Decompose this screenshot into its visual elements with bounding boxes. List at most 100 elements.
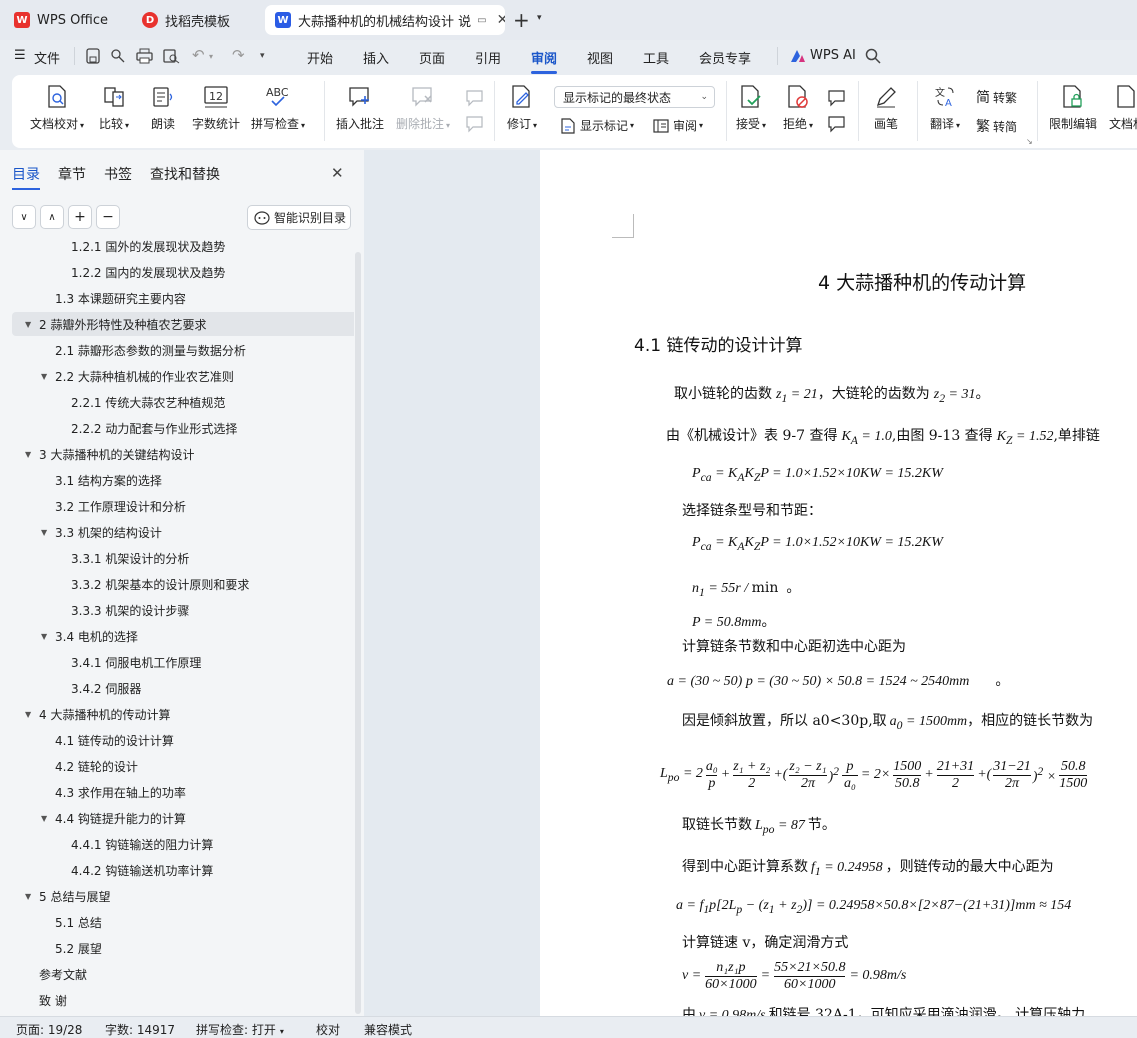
- toc-item[interactable]: 1.2.2 国内的发展现状及趋势: [0, 260, 354, 284]
- chevron-down-icon[interactable]: ▾: [537, 13, 542, 23]
- expand-all-button[interactable]: ∨: [12, 205, 36, 229]
- collapse-arrow-icon[interactable]: ▼: [41, 814, 47, 823]
- remove-heading-button[interactable]: −: [96, 205, 120, 229]
- smart-toc-button[interactable]: 智能识别目录: [247, 205, 351, 230]
- menu-member[interactable]: 会员专享: [699, 48, 751, 67]
- close-pane-icon[interactable]: ✕: [331, 164, 344, 182]
- toc-item[interactable]: 4.4.1 钩链输送的阻力计算: [0, 832, 354, 856]
- print-icon[interactable]: [136, 48, 153, 64]
- collapse-arrow-icon[interactable]: ▼: [41, 632, 47, 641]
- print-preview-icon[interactable]: [163, 48, 180, 64]
- nav-tab-find-replace[interactable]: 查找和替换: [150, 164, 220, 184]
- toc-item[interactable]: 3.3.2 机架基本的设计原则和要求: [0, 572, 354, 596]
- menu-insert[interactable]: 插入: [363, 48, 389, 67]
- review-pane-button[interactable]: 审阅 ▾: [653, 117, 703, 134]
- menu-wps-ai[interactable]: WPS AI: [810, 48, 856, 63]
- toc-item[interactable]: 3.1 结构方案的选择: [0, 468, 354, 492]
- menu-review[interactable]: 审阅: [531, 48, 558, 74]
- toc-item[interactable]: 1.3 本课题研究主要内容: [0, 286, 354, 310]
- accept-button[interactable]: 接受 ▾: [736, 85, 766, 132]
- undo-icon[interactable]: ↶: [192, 46, 205, 64]
- toc-item[interactable]: ▼ 3.3 机架的结构设计: [0, 520, 354, 544]
- insert-comment-button[interactable]: 插入批注: [336, 85, 384, 132]
- tab-document[interactable]: W 大蒜播种机的机械结构设计 说 ▭ ✕: [265, 5, 505, 35]
- collapse-all-button[interactable]: ∧: [40, 205, 64, 229]
- toc-item[interactable]: ▼ 4 大蒜播种机的传动计算: [0, 702, 354, 726]
- to-simplified-button[interactable]: 繁 转简: [976, 116, 1017, 136]
- prev-comment-icon[interactable]: [465, 89, 485, 107]
- word-count-indicator[interactable]: 字数: 14917: [105, 1021, 175, 1038]
- show-markup-button[interactable]: 显示标记 ▾: [560, 117, 634, 134]
- more-chevron-icon[interactable]: ▾: [260, 51, 265, 61]
- toc-scrollbar[interactable]: [355, 252, 361, 1014]
- menu-file[interactable]: 文件: [34, 48, 60, 67]
- page-indicator[interactable]: 页面: 19/28: [16, 1021, 82, 1038]
- toc-item[interactable]: 5.2 展望: [0, 936, 354, 960]
- link-icon[interactable]: [110, 48, 126, 64]
- prev-change-icon[interactable]: [827, 89, 847, 107]
- dialog-launcher-icon[interactable]: ↘: [1026, 137, 1033, 146]
- close-tab-icon[interactable]: ✕: [497, 12, 505, 28]
- toc-item[interactable]: 1.2.1 国外的发展现状及趋势: [0, 236, 354, 258]
- nav-tab-chapters[interactable]: 章节: [58, 164, 86, 184]
- collapse-arrow-icon[interactable]: ▼: [25, 450, 31, 459]
- toc-item[interactable]: 4.2 链轮的设计: [0, 754, 354, 778]
- menu-view[interactable]: 视图: [587, 48, 613, 67]
- menu-page[interactable]: 页面: [419, 48, 445, 67]
- collapse-arrow-icon[interactable]: ▼: [25, 710, 31, 719]
- pen-button[interactable]: 画笔: [874, 85, 898, 132]
- toc-item[interactable]: 2.2.2 动力配套与作业形式选择: [0, 416, 354, 440]
- toc-item[interactable]: 2.1 蒜瓣形态参数的测量与数据分析: [0, 338, 354, 362]
- toc-item[interactable]: 4.4.2 钩链输送机功率计算: [0, 858, 354, 882]
- next-comment-icon[interactable]: [465, 115, 485, 133]
- toc-item[interactable]: 3.3.1 机架设计的分析: [0, 546, 354, 570]
- toc-item[interactable]: ▼ 2.2 大蒜种植机械的作业农艺准则: [0, 364, 354, 388]
- nav-tab-bookmarks[interactable]: 书签: [104, 164, 132, 184]
- new-tab-icon[interactable]: +: [513, 8, 530, 32]
- save-icon[interactable]: [86, 48, 100, 64]
- toc-item[interactable]: 4.3 求作用在轴上的功率: [0, 780, 354, 804]
- toc-item[interactable]: ▼ 5 总结与展望: [0, 884, 354, 908]
- toc-item[interactable]: 3.4.1 伺服电机工作原理: [0, 650, 354, 674]
- toc-item[interactable]: 2.2.1 传统大蒜农艺种植规范: [0, 390, 354, 414]
- restrict-edit-button[interactable]: 限制编辑: [1049, 85, 1097, 132]
- word-count-button[interactable]: 12 字数统计: [192, 85, 240, 132]
- markup-mode-select[interactable]: 显示标记的最终状态 ⌄: [554, 86, 715, 108]
- nav-tab-toc[interactable]: 目录: [12, 164, 40, 190]
- toc-item[interactable]: ▼ 4.4 钩链提升能力的计算: [0, 806, 354, 830]
- toc-item[interactable]: 致 谢: [0, 988, 354, 1012]
- translate-button[interactable]: 文A 翻译 ▾: [930, 85, 960, 132]
- doc-check-button[interactable]: 文档校对 ▾: [30, 85, 84, 132]
- proofread-button[interactable]: 校对: [316, 1021, 340, 1038]
- reject-button[interactable]: 拒绝 ▾: [783, 85, 813, 132]
- undo-dropdown-icon[interactable]: ▾: [209, 52, 213, 61]
- toc-item[interactable]: 3.2 工作原理设计和分析: [0, 494, 354, 518]
- search-icon[interactable]: [865, 48, 881, 64]
- toc-item[interactable]: 参考文献: [0, 962, 354, 986]
- delete-comment-button[interactable]: 删除批注 ▾: [396, 85, 450, 132]
- tab-wps-office[interactable]: W WPS Office: [4, 5, 124, 35]
- redo-icon[interactable]: ↷: [232, 46, 245, 64]
- menu-references[interactable]: 引用: [475, 48, 501, 67]
- toc-item[interactable]: 5.1 总结: [0, 910, 354, 934]
- spell-check-indicator[interactable]: 拼写检查: 打开 ▾: [196, 1021, 284, 1038]
- toc-item[interactable]: 4.1 链传动的设计计算: [0, 728, 354, 752]
- to-traditional-button[interactable]: 简 转繁: [976, 87, 1017, 107]
- spell-check-button[interactable]: ABC 拼写检查 ▾: [251, 85, 305, 132]
- menu-tools[interactable]: 工具: [643, 48, 669, 67]
- doc-permission-button[interactable]: 文档权: [1109, 85, 1137, 132]
- collapse-arrow-icon[interactable]: ▼: [41, 528, 47, 537]
- document-page[interactable]: 4 大蒜播种机的传动计算 4.1 链传动的设计计算 取小链轮的齿数 z1 = 21…: [540, 150, 1137, 1016]
- collapse-arrow-icon[interactable]: ▼: [25, 892, 31, 901]
- revise-button[interactable]: 修订 ▾: [507, 85, 537, 132]
- tab-docer-templates[interactable]: D 找稻壳模板: [132, 5, 260, 35]
- toc-item[interactable]: ▼ 3 大蒜播种机的关键结构设计: [0, 442, 354, 466]
- compare-button[interactable]: 比较 ▾: [99, 85, 129, 132]
- menu-home[interactable]: 开始: [307, 48, 333, 67]
- next-change-icon[interactable]: [827, 115, 847, 133]
- toc-item[interactable]: ▼ 2 蒜瓣外形特性及种植农艺要求: [12, 312, 354, 336]
- read-aloud-button[interactable]: 朗读: [151, 85, 175, 132]
- add-heading-button[interactable]: +: [68, 205, 92, 229]
- collapse-arrow-icon[interactable]: ▼: [41, 372, 47, 381]
- toc-item[interactable]: 3.3.3 机架的设计步骤: [0, 598, 354, 622]
